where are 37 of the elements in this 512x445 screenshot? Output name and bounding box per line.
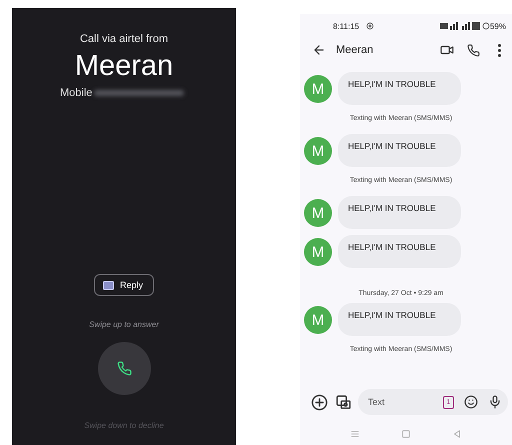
number-label: Mobile <box>60 87 92 99</box>
caller-name: Meeran <box>74 49 174 83</box>
contact-avatar: M <box>304 137 332 165</box>
contact-avatar: M <box>304 75 332 103</box>
video-icon <box>440 43 454 57</box>
menu-icon <box>350 429 360 439</box>
message-bubble: HELP,I'M IN TROUBLE <box>338 303 461 336</box>
battery-percent: 59% <box>490 22 506 30</box>
message-bubble: HELP,I'M IN TROUBLE <box>338 72 461 105</box>
microphone-icon[interactable] <box>488 395 502 409</box>
message-icon <box>102 280 114 290</box>
reply-button[interactable]: Reply <box>94 274 154 296</box>
signal-icon <box>440 22 482 30</box>
add-button[interactable] <box>310 393 328 411</box>
gallery-button[interactable] <box>334 393 352 411</box>
message-bubble: HELP,I'M IN TROUBLE <box>338 235 461 268</box>
contact-avatar: M <box>304 199 332 227</box>
home-square-icon <box>400 429 411 439</box>
gallery-icon <box>334 394 352 410</box>
more-icon <box>498 44 500 56</box>
call-via-label: Call via airtel from <box>80 33 168 45</box>
status-time: 8:11:15 <box>333 22 360 30</box>
plus-circle-icon <box>310 394 328 410</box>
message-bubble: HELP,I'M IN TROUBLE <box>338 196 461 229</box>
contact-avatar: M <box>304 238 332 266</box>
contact-name: Meeran <box>336 44 374 56</box>
battery-icon <box>482 22 490 30</box>
status-icon <box>366 22 374 30</box>
phone-icon <box>116 361 132 376</box>
answer-hint: Swipe up to answer <box>89 320 159 329</box>
back-triangle-icon <box>452 429 462 439</box>
back-arrow-icon <box>312 43 326 57</box>
contact-avatar: M <box>304 306 332 334</box>
emoji-icon[interactable] <box>464 395 478 409</box>
decline-hint: Swipe down to decline <box>84 421 164 430</box>
message-bubble: HELP,I'M IN TROUBLE <box>338 134 461 167</box>
phone-icon <box>466 44 480 56</box>
